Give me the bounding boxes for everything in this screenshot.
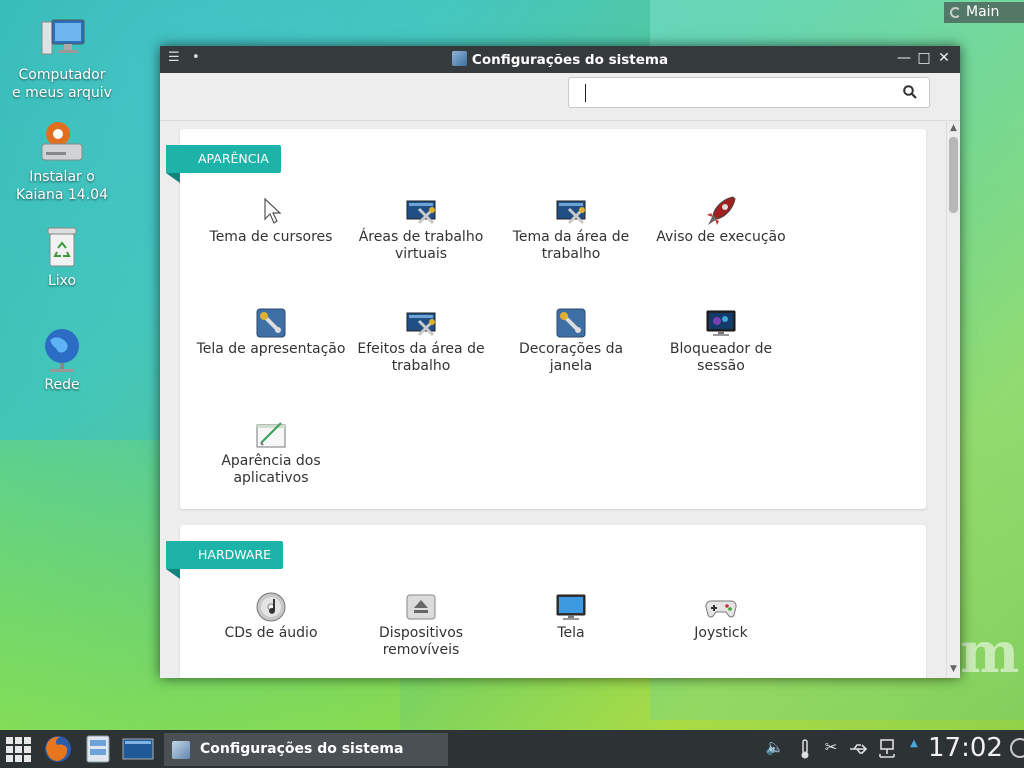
category-card-appearance: APARÊNCIA Tema de cursores Áreas de trab… xyxy=(166,129,926,509)
settings-item-label: Aparência dos aplicativos xyxy=(221,453,321,486)
desktop-icon-trash[interactable]: Lixo xyxy=(12,222,112,290)
settings-item-label: Joystick xyxy=(694,625,748,641)
settings-item-label: Tema de cursores xyxy=(209,229,333,245)
computer-icon xyxy=(41,19,85,55)
thermometer-icon[interactable] xyxy=(794,738,816,760)
desktop-icon-label: Computador e meus arquiv xyxy=(12,67,112,101)
trash-icon xyxy=(47,227,77,267)
cursor-icon xyxy=(264,197,282,224)
clock[interactable]: 17:02 xyxy=(928,733,1003,763)
activity-switcher[interactable]: Main xyxy=(944,2,1024,23)
settings-item-window-decorations[interactable]: Decorações da janela xyxy=(496,307,646,375)
search-input[interactable] xyxy=(568,77,930,108)
wallpaper-watermark: m xyxy=(960,620,1020,686)
desktop-effects-icon xyxy=(406,312,436,337)
desktop-tools-icon xyxy=(406,200,436,225)
settings-item-label: Aviso de execução xyxy=(656,229,786,245)
settings-item-label: CDs de áudio xyxy=(224,625,318,641)
splash-wrench-icon xyxy=(256,308,286,338)
settings-item-label: Tela de apresentação xyxy=(196,341,346,357)
window-titlebar[interactable]: ☰ • Configurações do sistema — □ ✕ xyxy=(160,46,960,73)
settings-item-label: Áreas de trabalho virtuais xyxy=(358,229,484,262)
settings-content: APARÊNCIA Tema de cursores Áreas de trab… xyxy=(160,121,946,678)
desktop-icon-computer[interactable]: Computador e meus arquiv xyxy=(12,16,112,102)
window-decoration-icon xyxy=(556,308,586,338)
network-wired-icon[interactable] xyxy=(876,738,898,760)
scroll-down-arrow-icon[interactable]: ▼ xyxy=(947,662,960,676)
clipboard-scissors-icon[interactable]: ✂ xyxy=(820,738,842,760)
settings-item-joystick[interactable]: Joystick xyxy=(646,591,796,642)
vertical-scrollbar[interactable]: ▲ ▼ xyxy=(946,121,960,678)
close-button[interactable]: ✕ xyxy=(934,50,954,66)
gamepad-icon xyxy=(705,600,737,618)
settings-item-screen-locker[interactable]: Bloqueador de sessão xyxy=(646,307,796,375)
desktop-icon-label: Rede xyxy=(44,377,80,393)
toolbar xyxy=(160,73,960,121)
activity-label: Main xyxy=(966,4,1000,20)
desktop-icon-network[interactable]: Rede xyxy=(12,326,112,394)
activity-manager-icon[interactable] xyxy=(1010,738,1024,758)
scrollbar-thumb[interactable] xyxy=(949,137,958,213)
file-manager-icon[interactable] xyxy=(82,734,114,764)
firefox-icon[interactable] xyxy=(42,734,74,764)
screen-lock-icon xyxy=(706,310,736,336)
settings-item-desktop-theme[interactable]: Tema da área de trabalho xyxy=(496,195,646,263)
settings-item-label: Bloqueador de sessão xyxy=(669,341,773,374)
app-launcher-grid-icon[interactable] xyxy=(2,734,36,764)
desktop-icon-label: Lixo xyxy=(47,273,77,289)
settings-item-label: Tema da área de trabalho xyxy=(512,229,630,262)
rocket-icon xyxy=(707,196,736,225)
settings-item-launch-feedback[interactable]: Aviso de execução xyxy=(646,195,796,246)
settings-item-splash-screen[interactable]: Tela de apresentação xyxy=(196,307,346,358)
category-header: APARÊNCIA xyxy=(166,145,281,183)
settings-item-display[interactable]: Tela xyxy=(496,591,646,642)
category-header: HARDWARE xyxy=(166,541,284,579)
taskbar-task-system-settings[interactable]: Configurações do sistema xyxy=(164,733,448,766)
window-title: Configurações do sistema xyxy=(160,51,960,68)
settings-item-application-appearance[interactable]: Aparência dos aplicativos xyxy=(196,419,346,487)
settings-item-desktop-effects[interactable]: Efeitos da área de trabalho xyxy=(346,307,496,375)
settings-item-label: Tela xyxy=(557,625,585,641)
desktop-theme-icon xyxy=(556,200,586,225)
taskbar: Configurações do sistema 🔈 ✂ ▲ 17:02 xyxy=(0,730,1024,768)
category-card-hardware: HARDWARE CDs de áudio Dispositivos remov… xyxy=(166,525,926,678)
settings-item-removable-devices[interactable]: Dispositivos removíveis xyxy=(346,591,496,659)
settings-item-label: Dispositivos removíveis xyxy=(378,625,464,658)
settings-item-audio-cds[interactable]: CDs de áudio xyxy=(196,591,346,642)
text-caret xyxy=(585,84,586,102)
system-settings-window: ☰ • Configurações do sistema — □ ✕ APARÊNC… xyxy=(160,46,960,678)
network-globe-icon xyxy=(45,329,79,372)
settings-item-cursor-theme[interactable]: Tema de cursores xyxy=(196,195,346,246)
settings-app-icon xyxy=(451,51,467,66)
settings-item-label: Decorações da janela xyxy=(518,341,624,374)
eject-icon xyxy=(406,594,436,620)
maximize-button[interactable]: □ xyxy=(914,50,934,66)
settings-item-virtual-desktops[interactable]: Áreas de trabalho virtuais xyxy=(346,195,496,263)
settings-item-label: Efeitos da área de trabalho xyxy=(357,341,485,374)
desktop-icon-installer[interactable]: Instalar o Kaiana 14.04 xyxy=(12,118,112,204)
tray-expand-arrow-icon[interactable]: ▲ xyxy=(903,738,925,760)
volume-icon[interactable]: 🔈 xyxy=(764,738,786,760)
desktop-icon-label: Instalar o Kaiana 14.04 xyxy=(16,169,108,203)
app-appearance-icon xyxy=(256,422,286,448)
desktop-show-icon[interactable] xyxy=(122,734,154,764)
search-icon[interactable] xyxy=(903,85,917,99)
taskbar-task-label: Configurações do sistema xyxy=(200,741,404,757)
installer-icon xyxy=(41,122,83,161)
settings-app-icon xyxy=(172,741,190,759)
scroll-up-arrow-icon[interactable]: ▲ xyxy=(947,121,960,135)
usb-icon[interactable] xyxy=(848,738,870,760)
audio-cd-icon xyxy=(256,592,286,622)
window-title-text: Configurações do sistema xyxy=(471,52,669,68)
minimize-button[interactable]: — xyxy=(894,50,914,66)
monitor-icon xyxy=(556,594,586,620)
activity-icon xyxy=(950,7,961,18)
